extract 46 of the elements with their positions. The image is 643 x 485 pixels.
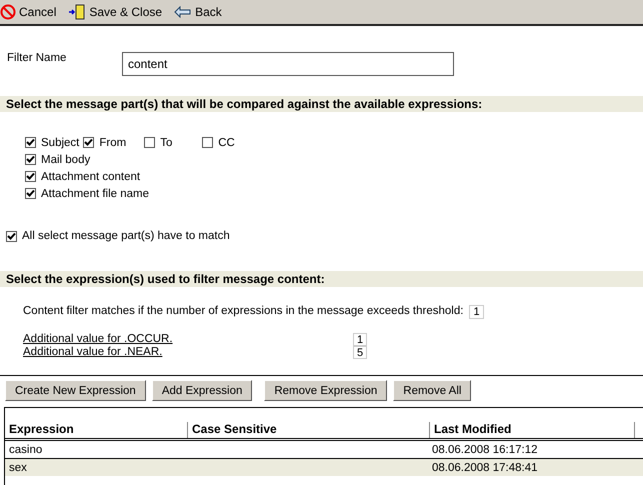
column-header[interactable]: Last Modified [430, 422, 635, 438]
checkbox[interactable] [25, 188, 36, 199]
additional-value[interactable]: 5 [353, 346, 368, 359]
checkbox-option[interactable]: To [144, 134, 184, 151]
checkbox-option[interactable]: From [83, 134, 126, 151]
checkbox[interactable] [6, 230, 17, 242]
action-button[interactable]: Remove Expression [264, 380, 388, 401]
checkbox-option[interactable]: Mail body [25, 151, 90, 168]
column-header[interactable]: Case Sensitive [188, 422, 430, 438]
checkbox-option[interactable]: CC [202, 134, 242, 151]
no-entry-icon [0, 4, 16, 20]
additional-value-link[interactable]: Additional value for .NEAR. [23, 346, 353, 359]
action-button[interactable]: Remove All [393, 380, 472, 401]
checkbox[interactable] [25, 154, 36, 165]
section-heading: Select the message part(s) that will be compared against the available expressions: [0, 96, 643, 112]
toolbar-button[interactable]: Cancel [0, 4, 60, 20]
section-heading: Select the expression(s) used to filter message content: [0, 271, 643, 287]
checkbox-option[interactable]: Attachment content [25, 168, 140, 185]
checkbox-option[interactable]: Subject [25, 134, 80, 151]
toolbar-button[interactable]: Save & Close [68, 4, 166, 20]
checkbox[interactable] [25, 137, 36, 148]
action-button[interactable]: Add Expression [152, 380, 252, 401]
threshold-value[interactable]: 1 [469, 305, 484, 319]
checkbox[interactable] [144, 137, 156, 148]
checkbox-option[interactable]: All select message part(s) have to match [6, 230, 643, 242]
additional-value[interactable]: 1 [353, 333, 368, 346]
checkbox[interactable] [83, 137, 94, 148]
table-cell: 08.06.2008 16:17:12 [432, 444, 538, 456]
checkbox[interactable] [25, 171, 36, 182]
check-icon [7, 232, 16, 240]
table-row[interactable]: sex 08.06.2008 17:48:41 [5, 459, 643, 476]
field-label: Filter Name [7, 52, 68, 66]
table-cell: sex [9, 462, 27, 474]
table-cell: casino [9, 444, 42, 456]
door-icon [68, 4, 86, 20]
toolbar-button[interactable]: Back [174, 5, 226, 19]
threshold-label: Content filter matches if the number of expressions in the message exceeds threshold: [23, 305, 464, 319]
action-button[interactable]: Create New Expression [5, 380, 146, 401]
table-cell: 08.06.2008 17:48:41 [432, 462, 538, 474]
additional-value-link[interactable]: Additional value for .OCCUR. [23, 333, 353, 346]
filter-name-field[interactable]: content [122, 52, 454, 76]
check-icon [84, 138, 94, 147]
checkbox[interactable] [202, 137, 214, 148]
checkbox-option[interactable]: Attachment file name [25, 185, 150, 202]
back-arrow-icon [174, 6, 192, 18]
column-header[interactable]: Expression [5, 422, 188, 438]
